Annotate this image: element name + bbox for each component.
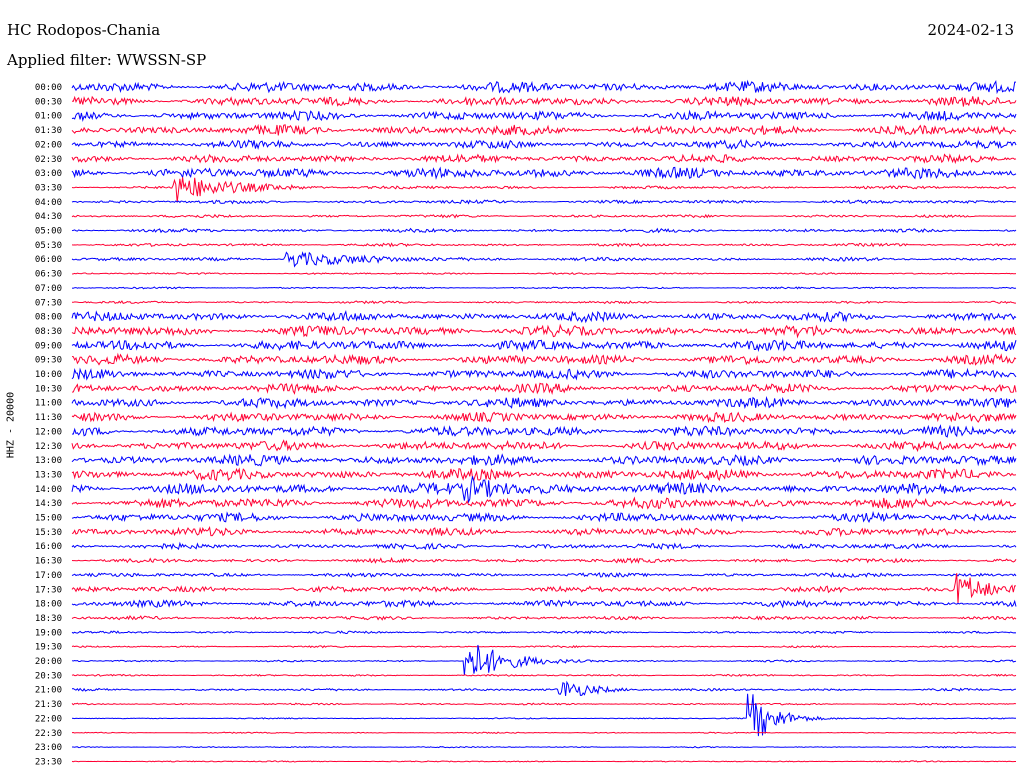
time-label: 15:30 — [35, 528, 62, 538]
trace-line — [71, 760, 1016, 763]
time-label: 18:00 — [35, 600, 62, 610]
trace-line — [71, 166, 1017, 180]
trace-line — [71, 95, 1017, 108]
trace-line — [71, 731, 1017, 734]
trace-line — [71, 599, 1017, 609]
trace-line — [71, 630, 1017, 635]
trace-line — [72, 300, 1016, 305]
helicorder-plot: 00:00 00:30 01:00 01:30 02:00 02:30 03:00 03:30… — [35, 79, 1017, 767]
trace-line — [71, 556, 1017, 564]
time-label: 09:00 — [35, 341, 62, 351]
trace-line — [71, 644, 1017, 649]
time-label: 00:30 — [35, 97, 62, 107]
time-label: 01:30 — [35, 126, 62, 136]
time-label: 21:30 — [35, 700, 62, 710]
time-label: 16:30 — [35, 557, 62, 567]
trace-line — [71, 496, 1017, 510]
trace-line — [71, 251, 1017, 268]
trace-line — [71, 286, 1017, 290]
trace-line — [71, 367, 1017, 381]
time-label: 17:30 — [35, 585, 62, 595]
trace-line — [71, 382, 1017, 395]
time-label: 10:30 — [35, 384, 62, 394]
time-label: 07:00 — [35, 284, 62, 294]
time-label: 04:00 — [35, 198, 62, 208]
time-label: 00:00 — [35, 83, 62, 93]
time-label: 20:30 — [35, 671, 62, 681]
trace-line — [71, 526, 1017, 538]
trace-line — [71, 310, 1017, 324]
time-label: 03:30 — [35, 183, 62, 193]
trace-line — [71, 352, 1017, 366]
time-label: 12:30 — [35, 442, 62, 452]
trace-line — [71, 510, 1017, 523]
trace-line — [72, 745, 1017, 749]
trace-line — [71, 615, 1017, 621]
trace-line — [71, 476, 1017, 504]
trace-line — [71, 673, 1017, 677]
time-label: 05:00 — [35, 227, 62, 237]
trace-line — [71, 573, 1016, 604]
trace-line — [71, 644, 1017, 676]
trace-line — [71, 467, 1017, 482]
trace-line — [71, 177, 1016, 203]
time-label: 07:30 — [35, 298, 62, 308]
trace-line — [71, 339, 1017, 353]
trace-line — [71, 123, 1017, 137]
trace-line — [71, 453, 1017, 467]
time-label: 01:00 — [35, 112, 62, 122]
time-label: 14:30 — [35, 499, 62, 509]
trace-line — [71, 424, 1017, 438]
trace-line — [71, 323, 1017, 339]
trace-line — [71, 680, 1016, 697]
time-label: 08:30 — [35, 327, 62, 337]
trace-line — [71, 702, 1017, 706]
time-label: 19:30 — [35, 643, 62, 653]
trace-line — [71, 242, 1017, 248]
time-label: 23:30 — [35, 757, 62, 767]
trace-line — [71, 79, 1016, 95]
time-label: 08:00 — [35, 313, 62, 323]
time-label: 22:30 — [35, 729, 62, 739]
trace-line — [71, 396, 1017, 410]
time-label: 19:00 — [35, 628, 62, 638]
time-label: 15:00 — [35, 514, 62, 524]
trace-line — [71, 227, 1017, 234]
time-label: 12:00 — [35, 427, 62, 437]
trace-line — [71, 109, 1017, 123]
time-label: 03:00 — [35, 169, 62, 179]
trace-line — [71, 541, 1017, 551]
trace-line — [71, 693, 1016, 737]
time-label: 13:30 — [35, 470, 62, 480]
trace-line — [71, 199, 1016, 205]
time-label: 13:00 — [35, 456, 62, 466]
trace-line — [71, 138, 1017, 150]
time-label: 06:30 — [35, 270, 62, 280]
trace-line — [71, 272, 1017, 275]
time-label: 23:00 — [35, 743, 62, 753]
trace-line — [71, 153, 1017, 165]
time-label: 11:30 — [35, 413, 62, 423]
time-label: 06:00 — [35, 255, 62, 265]
time-label: 09:30 — [35, 356, 62, 366]
trace-line — [71, 571, 1017, 578]
time-label: 05:30 — [35, 241, 62, 251]
traces — [71, 79, 1017, 763]
trace-line — [71, 411, 1017, 424]
time-label: 17:00 — [35, 571, 62, 581]
trace-line — [71, 439, 1017, 453]
time-label: 14:00 — [35, 485, 62, 495]
time-label: 02:00 — [35, 140, 62, 150]
time-label: 11:00 — [35, 399, 62, 409]
time-label: 04:30 — [35, 212, 62, 222]
time-label: 16:00 — [35, 542, 62, 552]
time-label: 10:00 — [35, 370, 62, 380]
time-label: 22:00 — [35, 714, 62, 724]
time-label: 20:00 — [35, 657, 62, 667]
time-labels: 00:00 00:30 01:00 01:30 02:00 02:30 03:00 03:30… — [35, 83, 62, 767]
trace-line — [71, 213, 1017, 219]
time-label: 18:30 — [35, 614, 62, 624]
time-label: 21:00 — [35, 686, 62, 696]
time-label: 02:30 — [35, 155, 62, 165]
